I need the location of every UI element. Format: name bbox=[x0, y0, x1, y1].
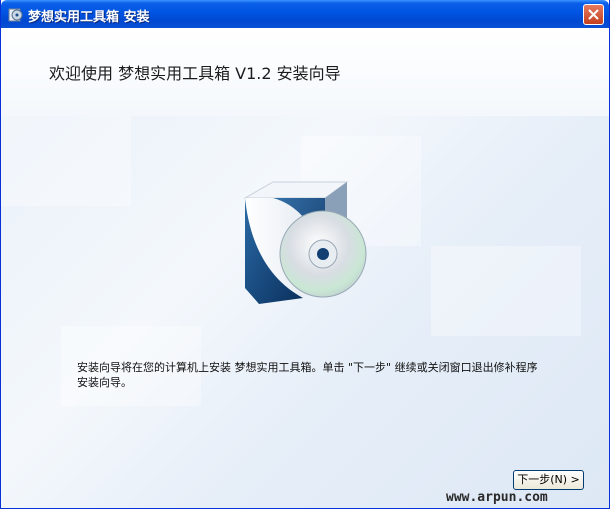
description-line: 安装向导。 bbox=[77, 376, 132, 389]
close-button[interactable] bbox=[583, 4, 604, 25]
page-title: 欢迎使用 梦想实用工具箱 V1.2 安装向导 bbox=[49, 64, 341, 83]
watermark-text: www.arpun.com bbox=[446, 490, 548, 505]
close-icon bbox=[588, 9, 599, 20]
header-panel: 欢迎使用 梦想实用工具箱 V1.2 安装向导 bbox=[1, 28, 609, 116]
software-box-cd-icon bbox=[233, 176, 373, 311]
background-tile bbox=[431, 246, 581, 336]
content-panel: 安装向导将在您的计算机上安装 梦想实用工具箱。单击 "下一步" 继续或关闭窗口退… bbox=[1, 116, 609, 508]
installer-window: 梦想实用工具箱 安装 欢迎使用 梦想实用工具箱 V1.2 安装向导 安装向导将在… bbox=[0, 0, 610, 509]
window-title: 梦想实用工具箱 安装 bbox=[28, 10, 150, 25]
description-text: 安装向导将在您的计算机上安装 梦想实用工具箱。单击 "下一步" 继续或关闭窗口退… bbox=[77, 360, 587, 390]
next-button[interactable]: 下一步(N) > bbox=[513, 470, 584, 490]
app-icon bbox=[8, 6, 24, 22]
title-bar[interactable]: 梦想实用工具箱 安装 bbox=[1, 0, 609, 28]
background-tile bbox=[1, 116, 131, 206]
description-line: 安装向导将在您的计算机上安装 梦想实用工具箱。单击 "下一步" 继续或关闭窗口退… bbox=[77, 361, 538, 374]
